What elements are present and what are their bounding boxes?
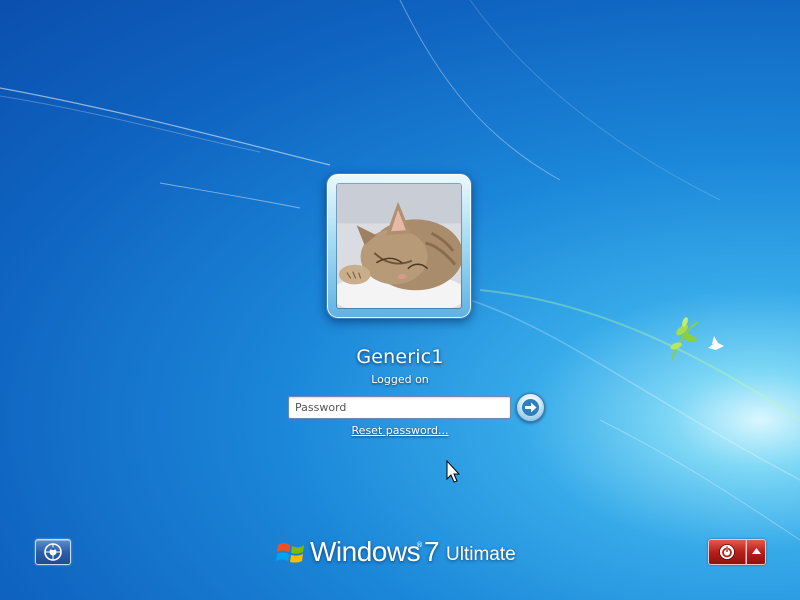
mouse-pointer-icon [446, 460, 460, 483]
shutdown-options-button[interactable] [746, 540, 765, 564]
brand-product: Windows [310, 536, 421, 567]
ease-of-access-button[interactable] [35, 539, 71, 565]
bird-leaf-decoration [670, 317, 724, 361]
shutdown-button[interactable] [709, 540, 745, 564]
brand-trademark: ® [416, 541, 423, 549]
user-avatar [336, 183, 462, 309]
brand-edition: Ultimate [446, 544, 516, 565]
user-name: Generic1 [356, 346, 444, 368]
arrow-right-icon [522, 399, 539, 416]
login-screen: Generic1 Logged on Reset password... Win… [0, 0, 800, 600]
chevron-up-icon [752, 548, 761, 554]
user-status: Logged on [371, 373, 429, 386]
submit-button[interactable] [516, 393, 545, 422]
password-input[interactable] [288, 396, 511, 419]
reset-password-link[interactable]: Reset password... [300, 424, 500, 437]
brand-version: 7 [424, 536, 440, 567]
kitten-photo [337, 184, 461, 308]
windows-flag-icon [276, 543, 304, 563]
ease-of-access-icon [44, 543, 62, 561]
shutdown-controls [708, 539, 766, 565]
power-icon [719, 544, 735, 560]
user-tile[interactable] [326, 173, 472, 319]
